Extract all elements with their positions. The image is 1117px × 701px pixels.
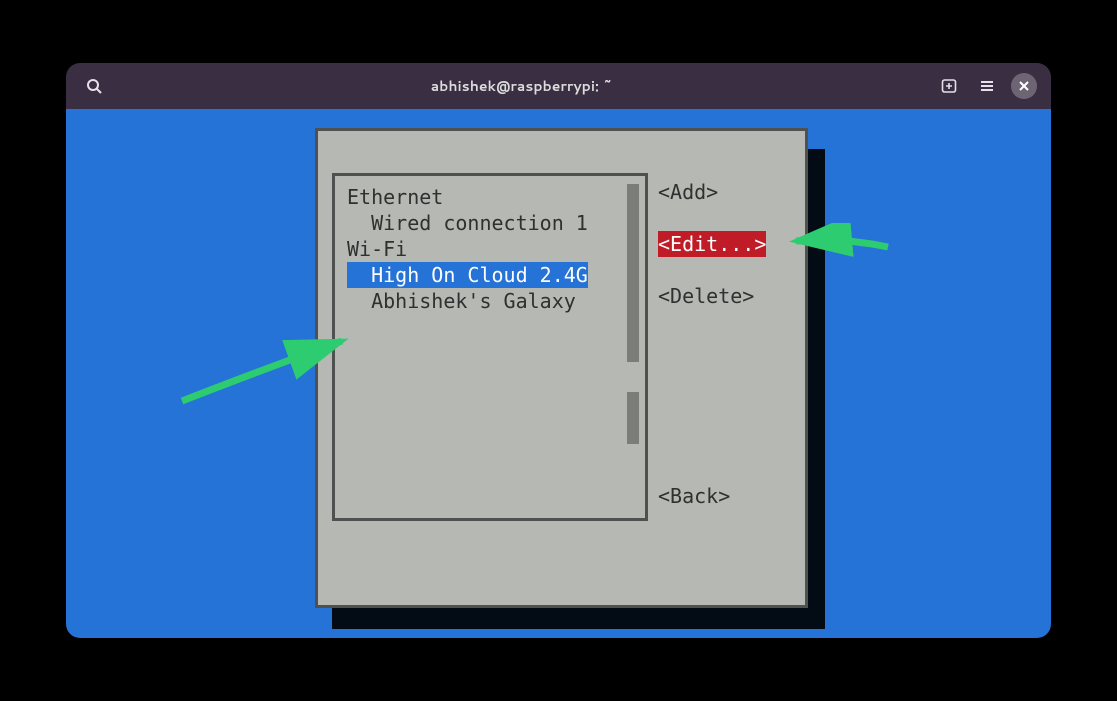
new-tab-icon[interactable] <box>935 72 963 100</box>
list-item[interactable]: High On Cloud 2.4G <box>347 262 588 288</box>
window-title: abhishek@raspberrypi: ~ <box>108 76 935 96</box>
edit-button[interactable]: <Edit...> <box>658 231 766 257</box>
wifi-category: Wi-Fi <box>347 236 639 262</box>
close-icon[interactable] <box>1011 73 1037 99</box>
connection-list[interactable]: Ethernet Wired connection 1 Wi-Fi High O… <box>332 173 648 521</box>
terminal-body: Ethernet Wired connection 1 Wi-Fi High O… <box>66 109 1051 638</box>
search-icon[interactable] <box>80 72 108 100</box>
back-button[interactable]: <Back> <box>658 483 730 509</box>
delete-button[interactable]: <Delete> <box>658 283 754 309</box>
add-button[interactable]: <Add> <box>658 179 718 205</box>
hamburger-menu-icon[interactable] <box>973 72 1001 100</box>
nmtui-dialog: Ethernet Wired connection 1 Wi-Fi High O… <box>315 128 808 608</box>
scroll-thumb[interactable] <box>627 392 639 444</box>
dialog-actions: <Add> <Edit...> <Delete> <Back> <box>658 179 795 597</box>
titlebar: abhishek@raspberrypi: ~ <box>66 63 1051 109</box>
scroll-thumb[interactable] <box>627 184 639 362</box>
terminal-window: abhishek@raspberrypi: ~ <box>66 63 1051 638</box>
list-item[interactable]: Abhishek's Galaxy <box>347 288 639 314</box>
ethernet-category: Ethernet <box>347 184 639 210</box>
list-item[interactable]: Wired connection 1 <box>347 210 639 236</box>
scrollbar[interactable] <box>627 184 639 510</box>
